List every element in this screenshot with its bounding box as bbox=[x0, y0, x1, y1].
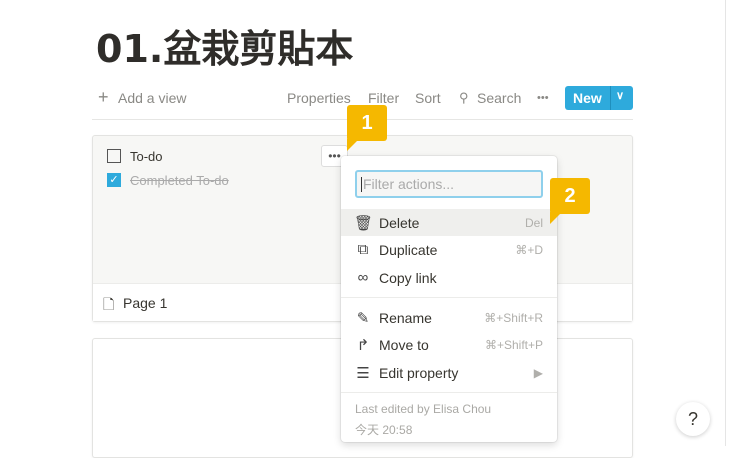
new-button-label: New bbox=[573, 90, 602, 106]
trash-icon: 🗑 bbox=[354, 215, 374, 232]
sort-button[interactable]: Sort bbox=[415, 90, 441, 106]
page-icon: 🗋 bbox=[103, 296, 115, 312]
more-options-button[interactable]: ••• bbox=[537, 92, 549, 104]
checkbox-checked[interactable]: ✓ bbox=[107, 173, 121, 187]
edit-icon: ✎ bbox=[356, 310, 370, 327]
checkbox-unchecked[interactable] bbox=[107, 149, 121, 163]
card-action-menu: Filter actions... 🗑 Delete Del ⧉ Duplica… bbox=[341, 156, 557, 442]
todo-text: To-do bbox=[130, 149, 163, 164]
page-title: 01.盆栽剪貼本 bbox=[96, 27, 354, 71]
menu-divider bbox=[341, 392, 557, 393]
menu-item-label: Duplicate bbox=[379, 242, 438, 258]
add-view-button[interactable]: Add a view bbox=[118, 90, 186, 106]
completed-todo-text: Completed To-do bbox=[130, 173, 229, 188]
help-button[interactable]: ? bbox=[676, 402, 710, 436]
page-name[interactable]: Page 1 bbox=[123, 295, 167, 311]
divider bbox=[610, 86, 611, 110]
plus-icon: + bbox=[98, 87, 109, 107]
menu-item-label: Move to bbox=[379, 337, 429, 353]
chevron-right-icon: ▶ bbox=[533, 366, 543, 380]
menu-item-duplicate[interactable]: ⧉ Duplicate ⌘+D bbox=[341, 236, 557, 263]
menu-item-label: Edit property bbox=[379, 365, 459, 381]
list-icon: ☰ bbox=[356, 365, 370, 382]
search-icon: ⚲ bbox=[459, 90, 469, 105]
filter-button[interactable]: Filter bbox=[368, 90, 399, 106]
scrollbar-track[interactable] bbox=[725, 0, 726, 446]
menu-divider bbox=[341, 297, 557, 298]
menu-item-label: Rename bbox=[379, 310, 432, 326]
menu-item-edit-property[interactable]: ☰ Edit property ▶ bbox=[341, 359, 557, 386]
shortcut: ⌘+D bbox=[515, 243, 543, 257]
step-badge-2: 2 bbox=[550, 178, 590, 224]
menu-item-delete[interactable]: 🗑 Delete Del bbox=[341, 209, 557, 236]
menu-item-label: Copy link bbox=[379, 270, 437, 286]
last-edited-text: Last edited by Elisa Chou bbox=[355, 402, 492, 416]
properties-button[interactable]: Properties bbox=[287, 90, 351, 106]
move-arrow-icon: ↱ bbox=[356, 337, 370, 354]
duplicate-icon: ⧉ bbox=[357, 241, 369, 258]
shortcut: ⌘+Shift+R bbox=[484, 311, 543, 325]
new-button[interactable]: New ∨ bbox=[565, 86, 633, 110]
chevron-down-icon[interactable]: ∨ bbox=[616, 89, 624, 102]
menu-item-move-to[interactable]: ↱ Move to ⌘+Shift+P bbox=[341, 331, 557, 358]
menu-item-label: Delete bbox=[379, 215, 420, 231]
search-button[interactable]: Search bbox=[477, 90, 521, 106]
step-badge-1: 1 bbox=[347, 105, 387, 151]
menu-item-copy-link[interactable]: ∞ Copy link bbox=[341, 264, 557, 291]
filter-actions-input[interactable]: Filter actions... bbox=[355, 170, 543, 198]
link-icon: ∞ bbox=[357, 269, 369, 286]
last-edited-time: 今天 20:58 bbox=[355, 423, 413, 437]
shortcut: Del bbox=[524, 216, 543, 230]
shortcut: ⌘+Shift+P bbox=[484, 338, 543, 352]
menu-item-rename[interactable]: ✎ Rename ⌘+Shift+R bbox=[341, 304, 557, 331]
